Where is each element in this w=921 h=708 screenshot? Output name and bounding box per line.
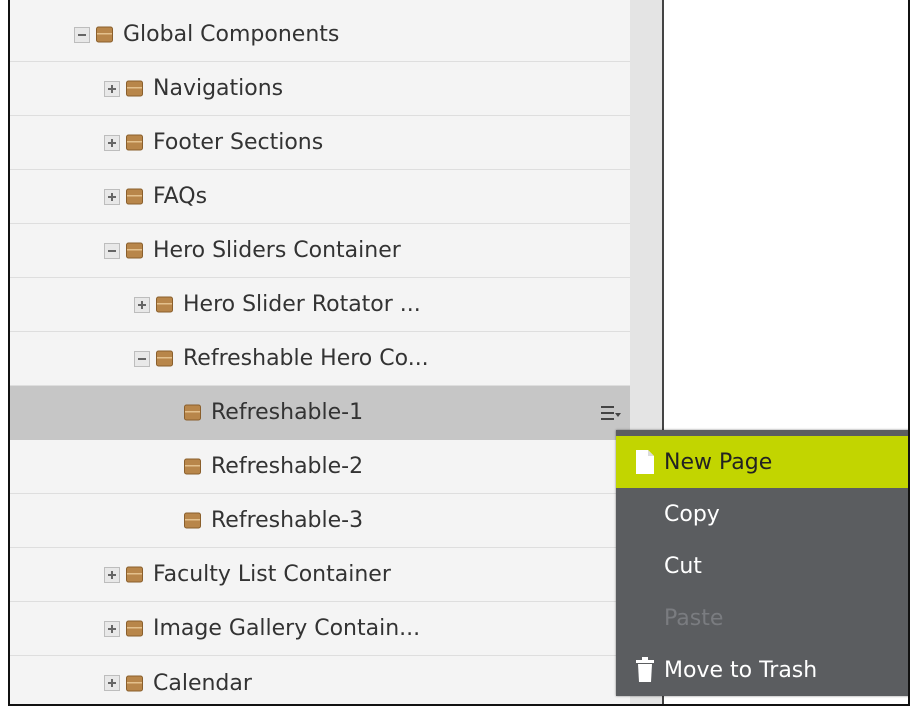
expand-icon[interactable] bbox=[104, 134, 120, 151]
tree-item-label: Refreshable-1 bbox=[211, 400, 364, 425]
folder-icon bbox=[126, 134, 143, 151]
expand-icon[interactable] bbox=[104, 188, 120, 205]
menu-item-label: Paste bbox=[664, 605, 724, 631]
tree-item-label: Hero Slider Rotator ... bbox=[183, 292, 421, 317]
folder-icon bbox=[156, 350, 173, 367]
expand-icon[interactable] bbox=[104, 80, 120, 97]
tree-item-label: Refreshable Hero Co... bbox=[183, 346, 429, 371]
tree-item-label: Footer Sections bbox=[153, 130, 324, 155]
new-page-icon bbox=[634, 449, 656, 475]
tree-item-label: Global Components bbox=[123, 22, 340, 47]
expand-icon[interactable] bbox=[104, 675, 120, 691]
tree-item-label: Refreshable-3 bbox=[211, 508, 364, 533]
expand-icon[interactable] bbox=[134, 296, 150, 313]
tree-item-label: Faculty List Container bbox=[153, 562, 391, 587]
collapse-icon[interactable] bbox=[104, 242, 120, 259]
tree-item-label: Image Gallery Contain... bbox=[153, 616, 421, 641]
menu-item-label: New Page bbox=[664, 449, 773, 475]
menu-item-cut[interactable]: Cut bbox=[616, 540, 908, 592]
tree-item-hero-sliders-container[interactable]: Hero Sliders Container bbox=[10, 224, 630, 278]
trash-icon bbox=[634, 657, 656, 683]
menu-item-label: Move to Trash bbox=[664, 657, 818, 683]
expand-icon[interactable] bbox=[104, 566, 120, 583]
tree-item-hero-slider-rotator[interactable]: Hero Slider Rotator ... bbox=[10, 278, 630, 332]
folder-icon bbox=[184, 404, 201, 421]
tree-item-navigations[interactable]: Navigations bbox=[10, 62, 630, 116]
folder-icon bbox=[126, 188, 143, 205]
folder-icon bbox=[126, 675, 143, 692]
tree-item-label: FAQs bbox=[153, 184, 208, 209]
tree-item-calendar[interactable]: Calendar bbox=[10, 656, 630, 704]
menu-item-paste[interactable]: Paste bbox=[616, 592, 908, 644]
context-menu: New Page Copy Cut Paste Move to Trash bbox=[616, 430, 908, 696]
folder-icon bbox=[126, 566, 143, 583]
tree-item-label: Refreshable-2 bbox=[211, 454, 364, 479]
tree-item-label: Calendar bbox=[153, 670, 252, 696]
folder-icon bbox=[126, 620, 143, 637]
tree-item-refreshable-1[interactable]: Refreshable-1 bbox=[10, 386, 630, 440]
expand-icon[interactable] bbox=[104, 620, 120, 637]
tree-item-faqs[interactable]: FAQs bbox=[10, 170, 630, 224]
content-tree: Global Components Navigations Footer Sec… bbox=[10, 0, 630, 704]
folder-icon bbox=[184, 512, 201, 529]
menu-item-new-page[interactable]: New Page bbox=[616, 436, 908, 488]
tree-item-footer-sections[interactable]: Footer Sections bbox=[10, 116, 630, 170]
menu-item-label: Cut bbox=[664, 553, 702, 579]
tree-item-label: Hero Sliders Container bbox=[153, 238, 401, 263]
folder-icon bbox=[156, 296, 173, 313]
tree-item-refreshable-3[interactable]: Refreshable-3 bbox=[10, 494, 630, 548]
folder-icon bbox=[126, 242, 143, 259]
menu-item-label: Copy bbox=[664, 501, 720, 527]
tree-item-faculty-list-container[interactable]: Faculty List Container bbox=[10, 548, 630, 602]
row-actions-menu-icon[interactable] bbox=[600, 403, 622, 421]
tree-item-image-gallery-container[interactable]: Image Gallery Contain... bbox=[10, 602, 630, 656]
folder-icon bbox=[184, 458, 201, 475]
cms-window: Global Components Navigations Footer Sec… bbox=[8, 0, 910, 706]
folder-icon bbox=[126, 80, 143, 97]
collapse-icon[interactable] bbox=[74, 26, 90, 43]
tree-item-refreshable-2[interactable]: Refreshable-2 bbox=[10, 440, 630, 494]
menu-item-copy[interactable]: Copy bbox=[616, 488, 908, 540]
tree-item-global-components[interactable]: Global Components bbox=[10, 8, 630, 62]
tree-item-refreshable-hero-container[interactable]: Refreshable Hero Co... bbox=[10, 332, 630, 386]
folder-icon bbox=[96, 26, 113, 43]
collapse-icon[interactable] bbox=[134, 350, 150, 367]
tree-item-label: Navigations bbox=[153, 76, 284, 101]
menu-item-move-to-trash[interactable]: Move to Trash bbox=[616, 644, 908, 696]
